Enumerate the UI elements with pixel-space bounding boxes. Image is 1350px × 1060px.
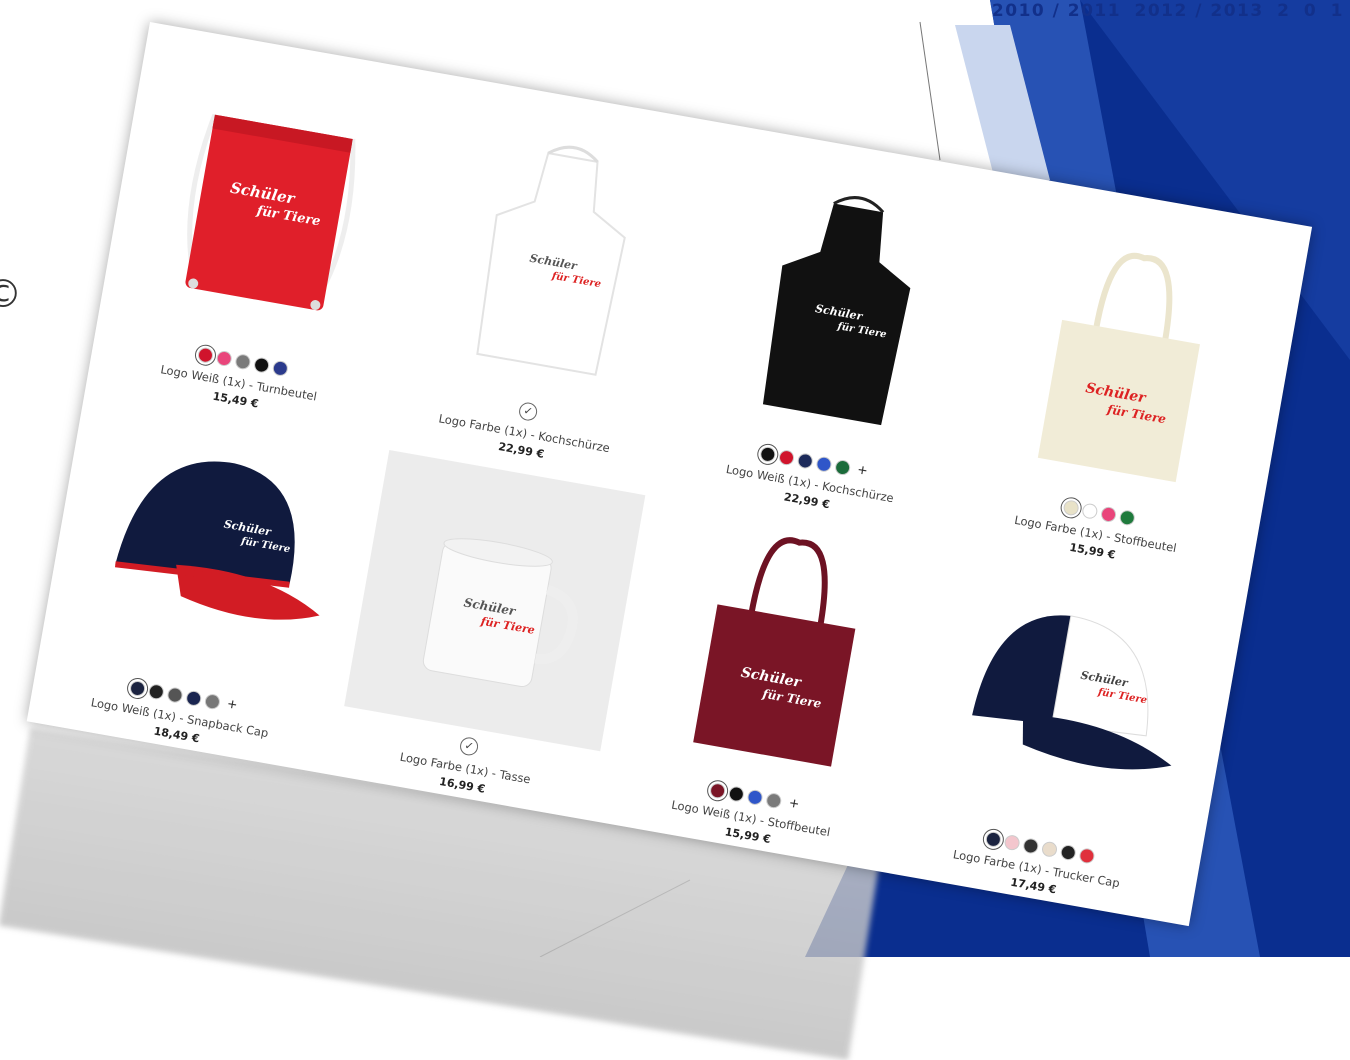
product-item[interactable]: Schüler für Tiere ✓ Logo Farbe (1x) - Ko… bbox=[382, 113, 714, 481]
product-item[interactable]: Schüler für Tiere Logo Weiß (1x) - Turnb… bbox=[97, 63, 429, 431]
color-swatch[interactable] bbox=[815, 455, 833, 473]
product-item[interactable]: Schüler für Tiere + Logo Weiß (1x) - Koc… bbox=[668, 164, 1000, 532]
copyright-icon: © bbox=[0, 272, 22, 316]
more-colors-icon[interactable]: + bbox=[788, 795, 800, 813]
color-swatch[interactable] bbox=[233, 352, 252, 370]
product-image-gymbag[interactable]: Schüler für Tiere bbox=[118, 65, 419, 366]
product-item[interactable]: Schüler für Tiere + Logo Weiß (1x) - Sto… bbox=[609, 499, 941, 867]
product-item[interactable]: Schüler für Tiere Logo Farbe (1x) - Stof… bbox=[953, 214, 1285, 582]
color-swatch[interactable] bbox=[984, 830, 1003, 848]
product-item[interactable]: Schüler für Tiere + Logo Weiß (1x) - Sna… bbox=[38, 398, 370, 766]
check-icon: ✓ bbox=[517, 401, 539, 423]
check-icon: ✓ bbox=[458, 735, 480, 757]
year-label: 2012 / 2013 bbox=[1134, 1, 1264, 21]
color-swatch[interactable] bbox=[833, 458, 852, 476]
color-swatch[interactable] bbox=[765, 791, 783, 809]
color-swatch[interactable] bbox=[1003, 833, 1021, 851]
color-swatch[interactable] bbox=[203, 692, 222, 710]
product-item[interactable]: Schüler für Tiere Logo Farbe (1x) - Truc… bbox=[894, 549, 1226, 917]
color-swatch[interactable] bbox=[271, 359, 289, 377]
color-swatch[interactable] bbox=[709, 781, 727, 800]
product-item[interactable]: Schüler für Tiere ✓ Logo Farbe (1x) - Ta… bbox=[323, 448, 655, 816]
color-swatch[interactable] bbox=[1081, 501, 1099, 520]
product-image-snapback[interactable]: Schüler für Tiere bbox=[59, 400, 360, 701]
color-swatch[interactable] bbox=[1062, 498, 1080, 517]
year-label: 2 bbox=[1277, 1, 1291, 21]
color-swatch[interactable] bbox=[252, 355, 270, 374]
color-swatch[interactable] bbox=[1078, 846, 1096, 865]
product-image-mug[interactable]: Schüler für Tiere bbox=[344, 450, 646, 752]
product-image-tote-burgundy[interactable]: Schüler für Tiere bbox=[630, 500, 931, 801]
year-label: 0 bbox=[1303, 1, 1318, 21]
color-swatch[interactable] bbox=[1118, 508, 1137, 526]
color-swatch[interactable] bbox=[184, 689, 203, 707]
color-swatch[interactable] bbox=[1022, 836, 1040, 855]
product-image-tote-natural[interactable]: Schüler für Tiere bbox=[974, 216, 1275, 517]
color-swatch[interactable] bbox=[196, 345, 214, 364]
product-image-trucker-cap[interactable]: Schüler für Tiere bbox=[915, 551, 1216, 852]
more-colors-icon[interactable]: + bbox=[856, 461, 868, 479]
color-swatch[interactable] bbox=[777, 448, 796, 466]
more-colors-icon[interactable]: + bbox=[226, 695, 238, 713]
color-swatch[interactable] bbox=[215, 349, 233, 367]
product-image-apron-white[interactable]: Schüler für Tiere bbox=[403, 115, 704, 416]
year-label: 1 bbox=[1330, 1, 1344, 21]
years-header: 2010 / 2011 2012 / 2013 2 0 1 bbox=[992, 0, 1350, 26]
color-swatch[interactable] bbox=[1059, 843, 1077, 861]
product-image-apron-black[interactable]: Schüler für Tiere bbox=[689, 166, 990, 467]
color-swatch[interactable] bbox=[1099, 505, 1118, 523]
color-swatch[interactable] bbox=[128, 679, 147, 697]
color-swatch[interactable] bbox=[1040, 840, 1059, 858]
color-swatch[interactable] bbox=[746, 788, 765, 806]
color-swatch[interactable] bbox=[759, 445, 777, 463]
color-swatch[interactable] bbox=[166, 685, 184, 704]
color-swatch[interactable] bbox=[728, 784, 746, 803]
year-label: 2010 / 2011 bbox=[991, 1, 1122, 21]
color-swatch[interactable] bbox=[796, 451, 814, 470]
color-swatch[interactable] bbox=[147, 682, 165, 700]
